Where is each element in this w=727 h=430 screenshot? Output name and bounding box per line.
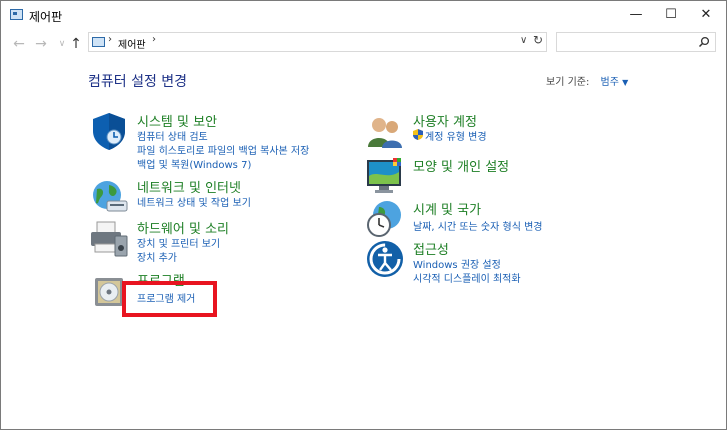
breadcrumb-separator-icon[interactable]: › bbox=[108, 34, 112, 45]
page-title: 컴퓨터 설정 변경 bbox=[88, 74, 188, 90]
title-bar: 제어판 — ☐ ✕ bbox=[1, 1, 726, 29]
category-link[interactable]: 파일 히스토리로 파일의 백업 복사본 저장 bbox=[137, 142, 309, 157]
users-icon[interactable] bbox=[365, 111, 405, 151]
category-link[interactable]: 시각적 디스플레이 최적화 bbox=[413, 270, 521, 285]
uac-shield-icon bbox=[413, 129, 423, 140]
view-by-label: 보기 기준: bbox=[546, 77, 590, 88]
control-panel-icon bbox=[10, 9, 23, 20]
breadcrumb-separator-icon[interactable]: › bbox=[152, 34, 156, 45]
category-link[interactable]: 계정 유형 변경 bbox=[425, 128, 487, 143]
back-arrow-icon[interactable]: ← bbox=[9, 35, 29, 53]
shield-icon[interactable] bbox=[89, 111, 129, 151]
clock-globe-icon[interactable] bbox=[365, 199, 405, 239]
category-link[interactable]: 장치 및 프린터 보기 bbox=[137, 235, 220, 250]
forward-arrow-icon[interactable]: → bbox=[31, 35, 51, 53]
category-link[interactable]: 장치 추가 bbox=[137, 249, 177, 264]
control-panel-window: 제어판 — ☐ ✕ ← → ∨ ↑ › 제어판 › ∨ ↻ 컴퓨터 설정 변경 … bbox=[0, 0, 727, 430]
highlight-box bbox=[122, 281, 217, 317]
view-by: 보기 기준: 범주 ▼ bbox=[546, 73, 628, 88]
search-icon bbox=[698, 36, 710, 48]
category-link[interactable]: 네트워크 상태 및 작업 보기 bbox=[137, 194, 251, 209]
category-link[interactable]: Windows 권장 설정 bbox=[413, 256, 501, 271]
content-area: 컴퓨터 설정 변경 보기 기준: 범주 ▼ 시스템 및 보안 컴퓨터 상태 검토… bbox=[1, 59, 726, 429]
close-button[interactable]: ✕ bbox=[683, 1, 727, 29]
accessibility-icon[interactable] bbox=[365, 239, 405, 279]
category-title[interactable]: 시계 및 국가 bbox=[413, 199, 481, 218]
category-link[interactable]: 백업 및 복원(Windows 7) bbox=[137, 156, 251, 171]
dropdown-arrow-icon[interactable]: ▼ bbox=[622, 78, 628, 87]
category-title[interactable]: 모양 및 개인 설정 bbox=[413, 156, 509, 175]
appearance-icon[interactable] bbox=[365, 156, 405, 196]
address-bar[interactable]: › 제어판 › ∨ ↻ bbox=[88, 32, 547, 52]
control-panel-icon bbox=[92, 37, 105, 47]
up-arrow-icon[interactable]: ↑ bbox=[66, 35, 86, 53]
printer-icon[interactable] bbox=[89, 218, 129, 258]
chevron-down-icon[interactable]: ∨ bbox=[520, 35, 527, 46]
breadcrumb[interactable]: 제어판 bbox=[118, 36, 146, 51]
globe-network-icon[interactable] bbox=[89, 177, 129, 217]
view-by-dropdown[interactable]: 범주 bbox=[601, 77, 619, 88]
category-link[interactable]: 컴퓨터 상태 검토 bbox=[137, 128, 208, 143]
category-link[interactable]: 날짜, 시간 또는 숫자 형식 변경 bbox=[413, 218, 542, 233]
window-title: 제어판 bbox=[29, 10, 63, 24]
refresh-icon[interactable]: ↻ bbox=[533, 33, 543, 47]
search-input[interactable] bbox=[556, 32, 716, 52]
